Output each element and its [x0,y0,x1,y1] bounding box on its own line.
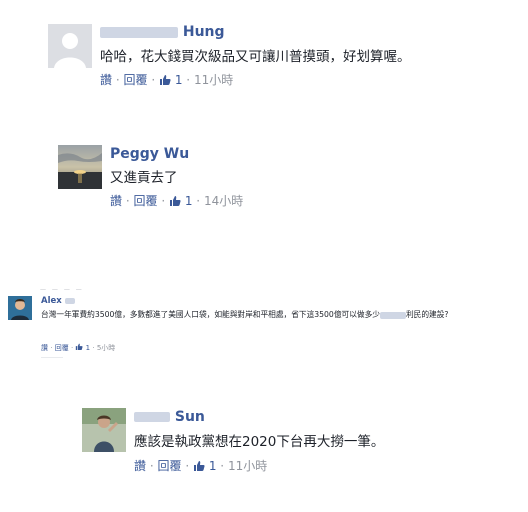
default-avatar-icon[interactable] [48,24,92,68]
person-photo-avatar[interactable] [8,296,32,320]
comment-text: 哈哈，花大錢買次級品又可讓川普摸頭，好划算喔。 [100,49,411,65]
comment-text: 應該是執政黨想在2020下台再大撈一筆。 [134,434,385,450]
timestamp[interactable]: 14小時 [204,192,243,209]
comment-actions: 讚 · 回覆 · 1 · 5小時 [41,343,116,353]
thumbs-up-icon[interactable] [75,343,83,352]
timestamp[interactable]: 5小時 [97,343,115,353]
commenter-name[interactable]: Sun [134,409,205,425]
timestamp[interactable]: 11小時 [194,71,233,88]
thumbs-up-icon[interactable] [193,459,205,473]
redacted-name [100,26,178,38]
like-link[interactable]: 讚 [110,192,122,209]
comment-thread: Hung 哈哈，花大錢買次級品又可讓川普摸頭，好划算喔。 讚 · 回覆 · 1 … [0,0,528,512]
comment-actions: 讚 · 回覆 · 1 · 11小時 [134,457,268,474]
comment-actions: 讚 · 回覆 · 1 · 11小時 [100,71,234,88]
thumbs-up-icon[interactable] [159,73,171,87]
like-link[interactable]: 讚 [134,457,146,474]
reply-link[interactable]: 回覆 [124,71,148,88]
reply-link[interactable]: 回覆 [134,192,158,209]
commenter-name[interactable]: Hung [100,24,225,40]
like-link[interactable]: 讚 [100,71,112,88]
redacted-name [64,297,75,304]
like-link[interactable]: 讚 [41,343,48,353]
comment-actions: 讚 · 回覆 · 1 · 14小時 [110,192,244,209]
thumbs-up-icon[interactable] [169,194,181,208]
person-photo-avatar[interactable] [82,408,126,452]
like-count[interactable]: 1 [209,459,217,473]
commenter-name[interactable]: Peggy Wu [110,146,189,162]
like-count[interactable]: 1 [185,194,193,208]
comment-text: 又進貢去了 [110,170,178,186]
commenter-name[interactable]: Alex [41,296,75,306]
faint-action-row: — — — — [40,286,84,293]
divider [41,357,63,358]
reply-link[interactable]: 回覆 [55,343,69,353]
sunset-photo-avatar[interactable] [58,145,102,189]
reply-link[interactable]: 回覆 [158,457,182,474]
redacted-text [379,311,406,319]
like-count[interactable]: 1 [175,73,183,87]
timestamp[interactable]: 11小時 [228,457,267,474]
redacted-name [134,412,170,422]
like-count[interactable]: 1 [86,344,90,352]
comment-text: 台灣一年軍費約3500億，多數都進了美國人口袋，如能與對岸和平相處，省下這350… [41,310,449,319]
